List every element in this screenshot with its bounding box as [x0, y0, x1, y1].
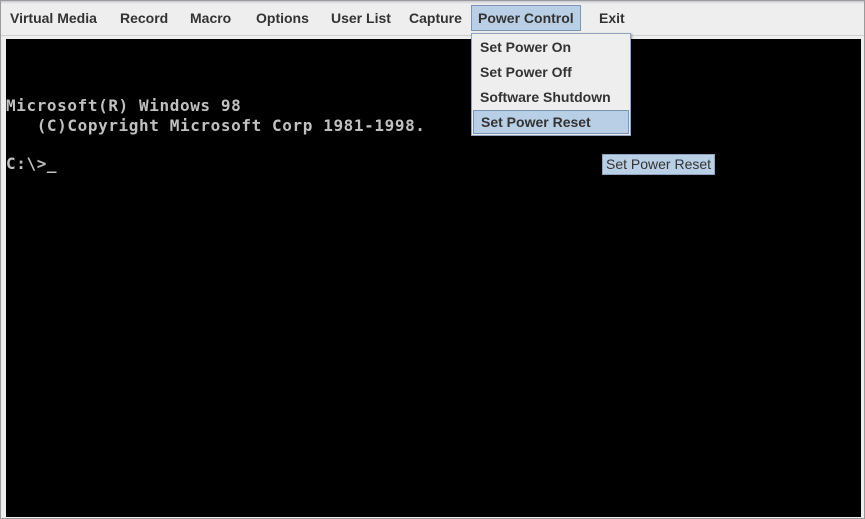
power-control-dropdown: Set Power On Set Power Off Software Shut…: [471, 33, 631, 136]
menu-item-set-power-on[interactable]: Set Power On: [473, 35, 629, 59]
console-prompt: C:\>_: [6, 154, 58, 173]
menu-options[interactable]: Options: [250, 5, 315, 31]
menu-capture[interactable]: Capture: [403, 5, 468, 31]
menu-item-set-power-off[interactable]: Set Power Off: [473, 60, 629, 84]
remote-console-screen[interactable]: Microsoft(R) Windows 98 (C)Copyright Mic…: [6, 39, 861, 517]
menu-macro[interactable]: Macro: [184, 5, 237, 31]
menu-item-set-power-reset[interactable]: Set Power Reset: [473, 110, 629, 134]
menu-item-software-shutdown[interactable]: Software Shutdown: [473, 85, 629, 109]
console-line-copyright: (C)Copyright Microsoft Corp 1981-1998.: [6, 116, 426, 135]
menu-bar: Virtual Media Record Macro Options User …: [1, 1, 864, 36]
menu-virtual-media[interactable]: Virtual Media: [4, 5, 103, 31]
kvm-console-window: Virtual Media Record Macro Options User …: [0, 0, 865, 519]
menu-power-control[interactable]: Power Control: [471, 5, 581, 31]
console-line-os: Microsoft(R) Windows 98: [6, 96, 242, 115]
menu-exit[interactable]: Exit: [593, 5, 631, 31]
menu-record[interactable]: Record: [114, 5, 174, 31]
menu-user-list[interactable]: User List: [325, 5, 397, 31]
tooltip: Set Power Reset: [602, 154, 716, 175]
